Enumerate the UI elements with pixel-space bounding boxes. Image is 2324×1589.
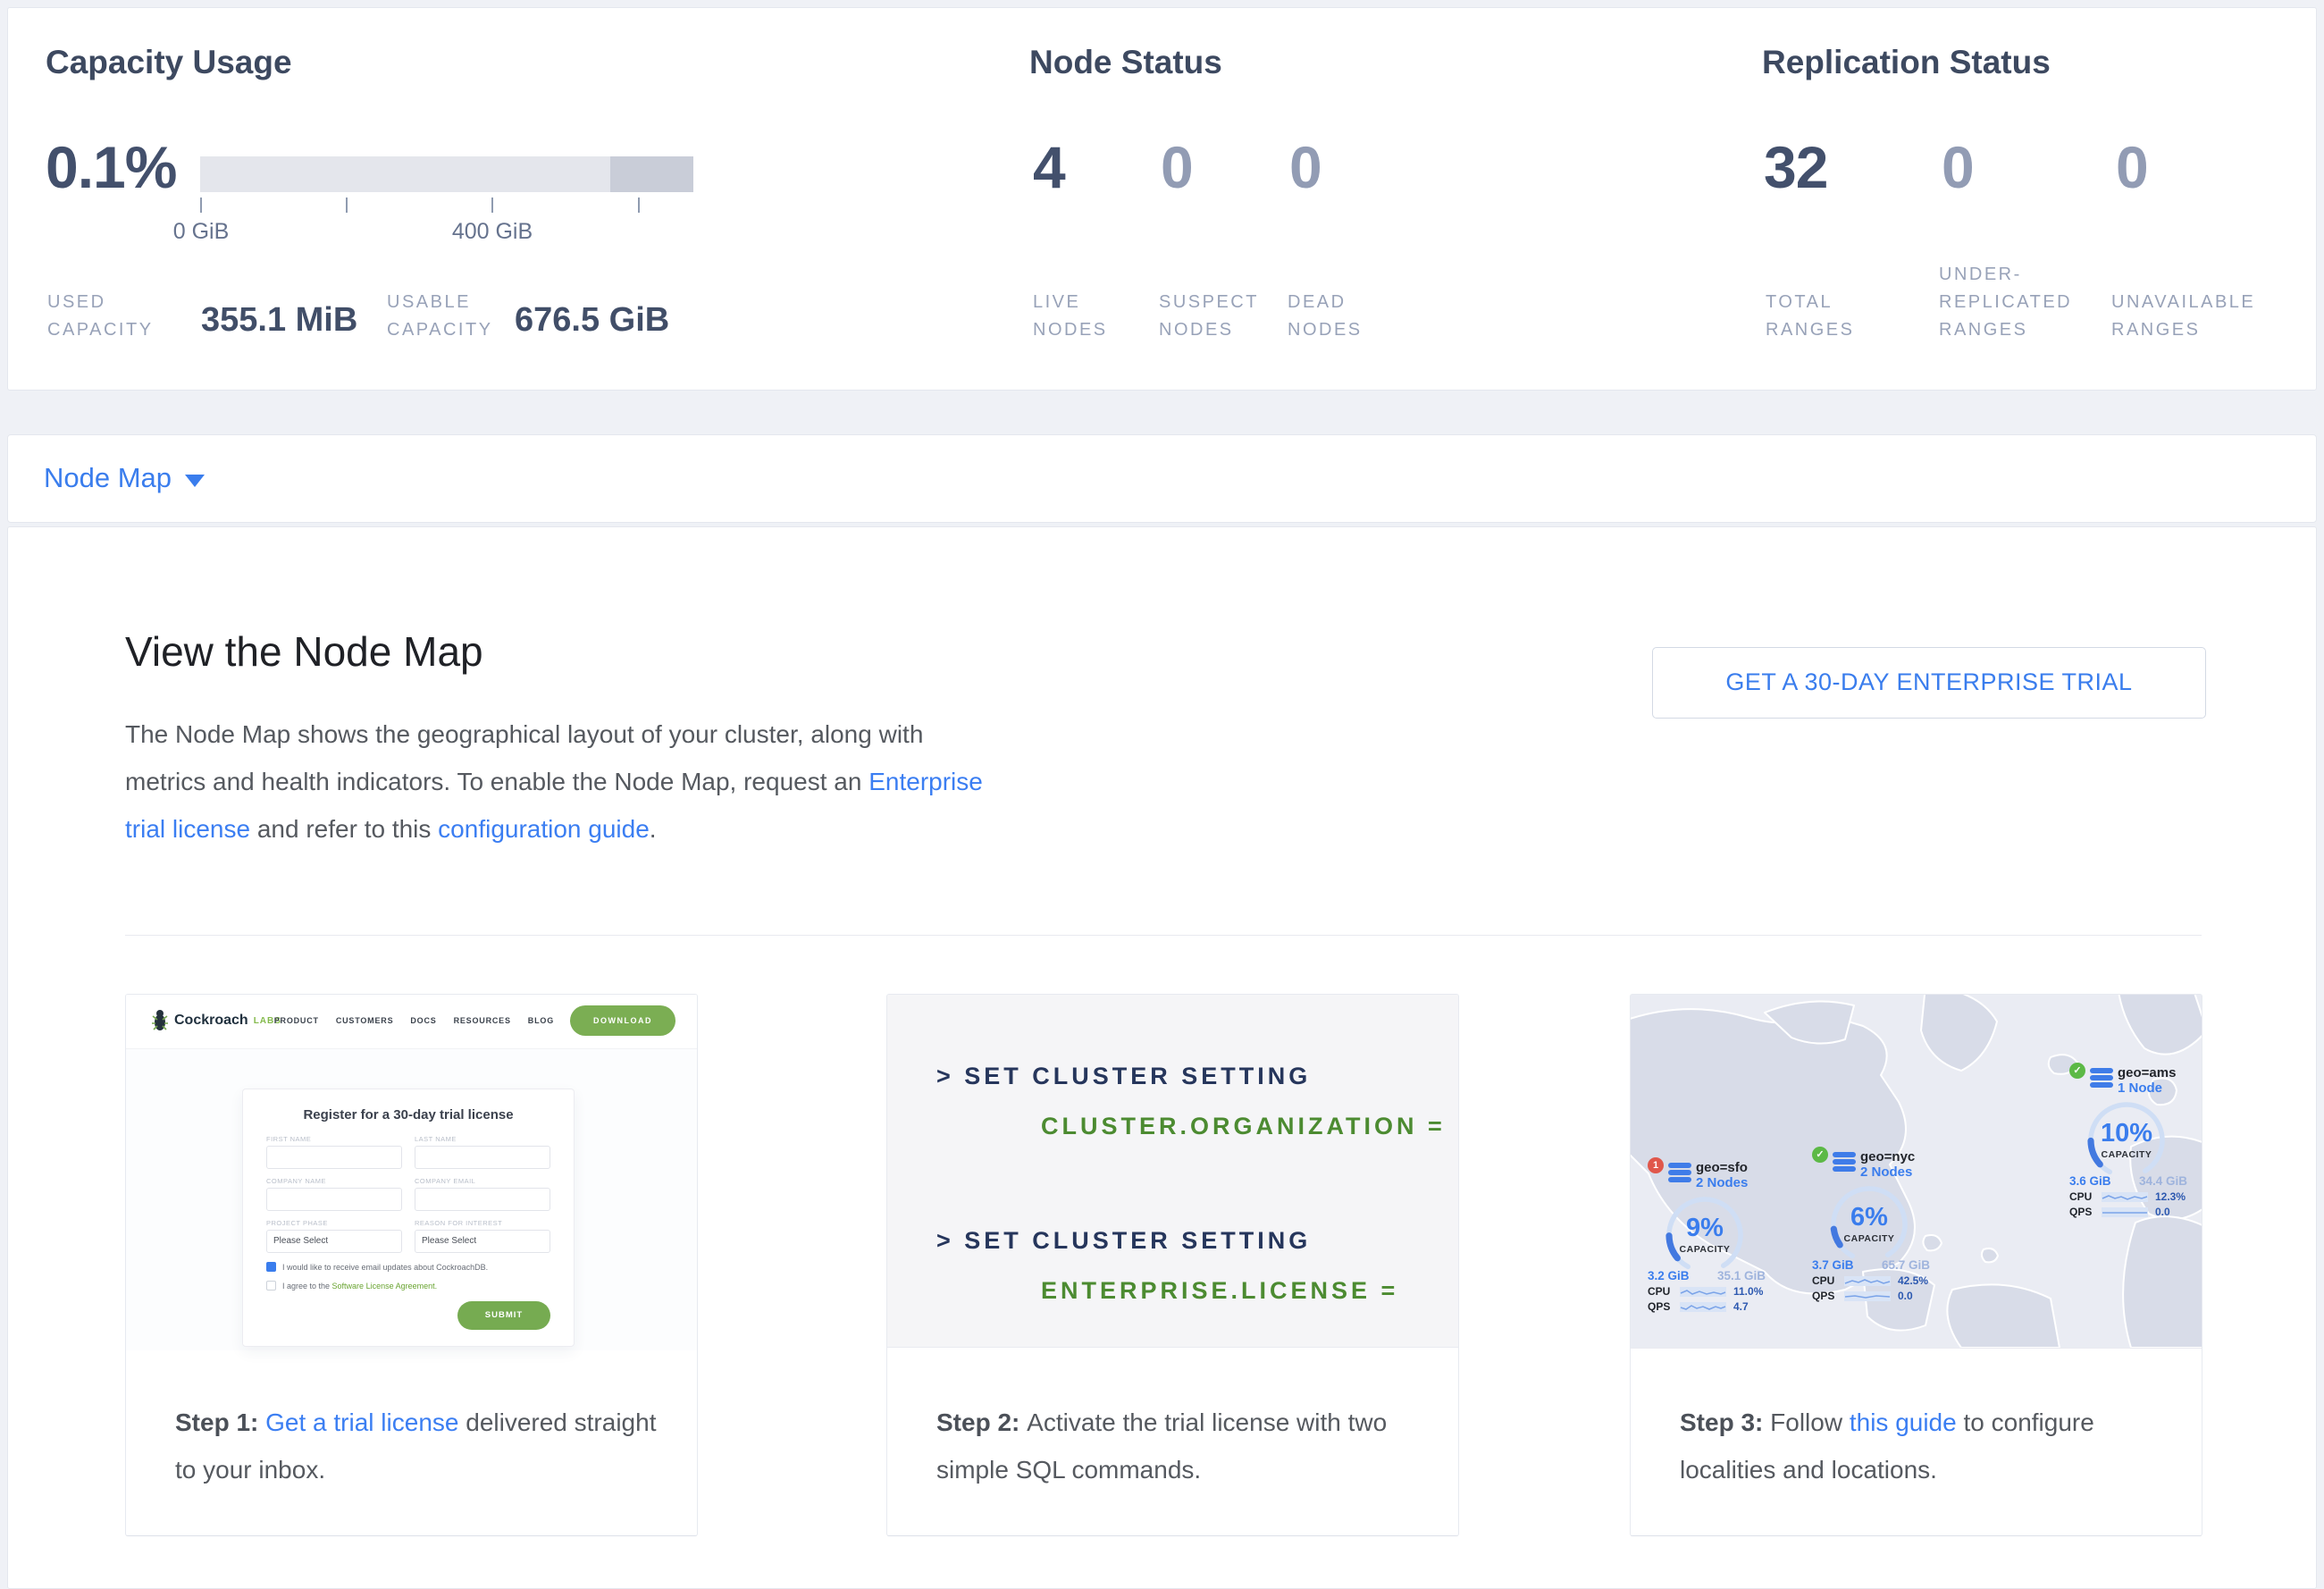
error-badge: 1 bbox=[1648, 1157, 1664, 1173]
replication-status-title: Replication Status bbox=[1762, 44, 2051, 81]
registration-page-thumbnail: Cockroach LABS PRODUCT CUSTOMERS DOCS RE… bbox=[126, 995, 697, 1350]
project-phase-select: Please Select bbox=[266, 1230, 402, 1253]
capacity-gauge: 6% CAPACITY bbox=[1826, 1181, 1912, 1267]
node-map-preview: 1 geo=sfo 2 Nodes 9% CAPACITY 3.2 GiB35. bbox=[1631, 995, 2202, 1349]
download-pill: DOWNLOAD bbox=[570, 1005, 675, 1036]
under-replicated-label: UNDER- REPLICATED RANGES bbox=[1939, 261, 2072, 344]
enterprise-trial-button[interactable]: GET A 30-DAY ENTERPRISE TRIAL bbox=[1652, 647, 2206, 719]
section-divider bbox=[125, 935, 2202, 936]
cpu-sparkline bbox=[2102, 1192, 2148, 1202]
usable-capacity-value: 676.5 GiB bbox=[515, 301, 669, 340]
submit-pill: SUBMIT bbox=[457, 1301, 550, 1330]
axis-tick bbox=[638, 198, 640, 213]
suspect-nodes-value: 0 bbox=[1161, 133, 1193, 201]
sql-line: > SET CLUSTER SETTING bbox=[936, 1227, 1458, 1257]
node-count: 1 Node bbox=[2118, 1080, 2176, 1096]
company-name-field bbox=[266, 1188, 402, 1211]
node-stack-icon bbox=[1833, 1150, 1856, 1173]
step3-card: 1 geo=sfo 2 Nodes 9% CAPACITY 3.2 GiB35. bbox=[1630, 994, 2202, 1536]
enterprise-trial-license-link[interactable]: Enterprise bbox=[868, 768, 983, 795]
checkbox-empty-icon bbox=[266, 1281, 276, 1291]
cluster-stats-panel: Capacity Usage 0.1% 0 GiB 400 GiB USED C… bbox=[7, 7, 2317, 391]
sql-arg: ENTERPRISE.LICENSE = bbox=[936, 1277, 1458, 1307]
qps-sparkline bbox=[1844, 1291, 1891, 1301]
reason-select: Please Select bbox=[415, 1230, 550, 1253]
axis-label-0: 0 GiB bbox=[173, 219, 230, 245]
live-nodes-value: 4 bbox=[1033, 133, 1065, 201]
license-agreement-link: Software License Agreement. bbox=[332, 1282, 438, 1291]
step1-caption: Step 1: Get a trial license delivered st… bbox=[175, 1348, 662, 1493]
healthy-badge: ✓ bbox=[2069, 1063, 2085, 1079]
first-name-field bbox=[266, 1146, 402, 1169]
axis-label-400: 400 GiB bbox=[452, 219, 533, 245]
view-selector-bar: Node Map bbox=[7, 434, 2317, 523]
axis-tick bbox=[491, 198, 493, 213]
thumbnail-nav: PRODUCT CUSTOMERS DOCS RESOURCES BLOG bbox=[274, 1016, 554, 1025]
chevron-down-icon bbox=[185, 475, 205, 487]
sql-code-block: > SET CLUSTER SETTING CLUSTER.ORGANIZATI… bbox=[887, 995, 1458, 1348]
step1-card: Cockroach LABS PRODUCT CUSTOMERS DOCS RE… bbox=[125, 994, 698, 1536]
cpu-sparkline bbox=[1844, 1276, 1891, 1286]
used-capacity-label: USED CAPACITY bbox=[47, 289, 154, 344]
locality-label: geo=sfo bbox=[1696, 1161, 1748, 1175]
node-count: 2 Nodes bbox=[1860, 1164, 1915, 1180]
cluster-widget-nyc: ✓ geo=nyc 2 Nodes 6% CAPACITY 3.7 GiB65. bbox=[1812, 1150, 1955, 1302]
usable-capacity-label: USABLE CAPACITY bbox=[387, 289, 493, 344]
live-nodes-label: LIVE NODES bbox=[1033, 289, 1108, 344]
node-map-dropdown[interactable]: Node Map bbox=[44, 462, 172, 494]
last-name-field bbox=[415, 1146, 550, 1169]
step2-caption: Step 2: Activate the trial license with … bbox=[936, 1348, 1423, 1493]
company-email-field bbox=[415, 1188, 550, 1211]
dead-nodes-value: 0 bbox=[1289, 133, 1321, 201]
page-title: View the Node Map bbox=[125, 627, 483, 676]
unavailable-label: UNAVAILABLE RANGES bbox=[2111, 289, 2255, 344]
configuration-guide-link[interactable]: configuration guide bbox=[438, 815, 650, 843]
locality-label: geo=ams bbox=[2118, 1066, 2176, 1080]
axis-tick bbox=[200, 198, 202, 213]
cockroach-labs-logo: Cockroach LABS bbox=[151, 1009, 281, 1032]
cluster-widget-sfo: 1 geo=sfo 2 Nodes 9% CAPACITY 3.2 GiB35. bbox=[1648, 1161, 1791, 1313]
enterprise-trial-license-link[interactable]: trial license bbox=[125, 815, 250, 843]
locality-label: geo=nyc bbox=[1860, 1150, 1915, 1164]
axis-tick bbox=[346, 198, 348, 213]
total-ranges-label: TOTAL RANGES bbox=[1766, 289, 1854, 344]
total-ranges-value: 32 bbox=[1764, 133, 1827, 201]
form-title: Register for a 30-day trial license bbox=[266, 1107, 550, 1122]
capacity-bar bbox=[200, 156, 693, 192]
trial-license-form: Register for a 30-day trial license FIRS… bbox=[242, 1089, 575, 1347]
cluster-widget-ams: ✓ geo=ams 1 Node 10% CAPACITY 3.6 GiB34. bbox=[2069, 1066, 2202, 1218]
node-map-promo-panel: View the Node Map The Node Map shows the… bbox=[7, 526, 2317, 1589]
unavailable-value: 0 bbox=[2116, 133, 2148, 201]
under-replicated-value: 0 bbox=[1942, 133, 1974, 201]
capacity-gauge: 10% CAPACITY bbox=[2084, 1097, 2169, 1183]
used-capacity-value: 355.1 MiB bbox=[201, 301, 357, 340]
node-count: 2 Nodes bbox=[1696, 1175, 1748, 1190]
cockroach-logo-icon bbox=[151, 1009, 169, 1032]
step2-card: > SET CLUSTER SETTING CLUSTER.ORGANIZATI… bbox=[886, 994, 1459, 1536]
node-status-title: Node Status bbox=[1029, 44, 1222, 81]
qps-sparkline bbox=[2102, 1207, 2148, 1217]
capacity-usage-title: Capacity Usage bbox=[46, 44, 292, 81]
capacity-percent: 0.1% bbox=[46, 133, 176, 201]
capacity-gauge: 9% CAPACITY bbox=[1662, 1192, 1748, 1278]
node-map-description: The Node Map shows the geographical layo… bbox=[125, 710, 1019, 853]
capacity-bar-other-segment bbox=[610, 156, 693, 192]
cpu-sparkline bbox=[1680, 1287, 1726, 1297]
node-stack-icon bbox=[1668, 1161, 1691, 1184]
suspect-nodes-label: SUSPECT NODES bbox=[1159, 289, 1259, 344]
this-guide-link[interactable]: this guide bbox=[1850, 1408, 1957, 1436]
node-stack-icon bbox=[2090, 1066, 2113, 1089]
qps-sparkline bbox=[1680, 1302, 1726, 1312]
healthy-badge: ✓ bbox=[1812, 1147, 1828, 1163]
step3-caption: Step 3: Follow this guide to configure l… bbox=[1680, 1348, 2167, 1493]
sql-line: > SET CLUSTER SETTING bbox=[936, 1063, 1458, 1093]
checkbox-checked-icon bbox=[266, 1262, 276, 1272]
sql-arg: CLUSTER.ORGANIZATION = bbox=[936, 1113, 1458, 1143]
dead-nodes-label: DEAD NODES bbox=[1288, 289, 1363, 344]
get-trial-license-link[interactable]: Get a trial license bbox=[265, 1408, 458, 1436]
